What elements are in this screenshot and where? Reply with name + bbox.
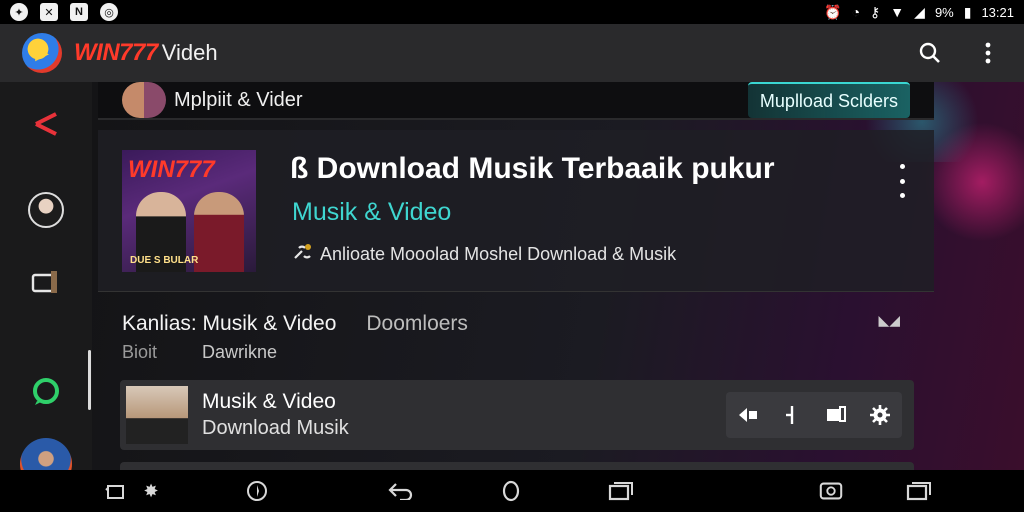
list-item-next[interactable]: [120, 462, 914, 470]
screen: ✦ ✕ N ◎ ⏰ ◔ ⚷ ▼ ◢ 9% ▮ 13:21 ▶ WIN777 Vi…: [0, 0, 1024, 512]
share-icon[interactable]: [736, 403, 760, 427]
top-strip: Mplpiit & Vider Muplload Sclders: [98, 82, 934, 120]
card-meta: Anlioate Mooolad Moshel Download & Musik: [292, 242, 676, 267]
back-icon[interactable]: [388, 479, 414, 503]
clock: 13:21: [981, 4, 1014, 20]
search-icon[interactable]: [916, 39, 944, 67]
link-icon: [292, 242, 314, 267]
signal-icon: ◢: [914, 3, 925, 20]
tv-icon[interactable]: [26, 264, 66, 304]
list-item-title: Musik & Video: [202, 390, 336, 413]
battery-text: 9%: [934, 4, 954, 20]
rail-scroll-indicator: [88, 350, 91, 410]
side-rail: [0, 82, 92, 490]
main-content: Mplpiit & Vider Muplload Sclders WIN777 …: [92, 82, 1024, 470]
featured-card[interactable]: WIN777 DUE S BULAR ß Download Musik Terb…: [98, 130, 934, 292]
screenshot-icon[interactable]: [104, 479, 130, 503]
section-label-b: Dawrikne: [202, 342, 278, 362]
section-label-a: Bioit: [122, 342, 158, 362]
list-item-actions: [726, 392, 902, 438]
home-icon[interactable]: [498, 479, 524, 503]
group-avatar: [122, 82, 166, 118]
app-logo-icon: ▶: [22, 33, 62, 73]
list-item-subtitle: Download Musik: [202, 417, 349, 439]
chevron-down-icon[interactable]: ◣◢: [878, 312, 900, 329]
split-icon[interactable]: [780, 403, 804, 427]
card-more-button[interactable]: [894, 164, 910, 198]
nh-icon: N: [70, 3, 88, 21]
section-title: Kanlias: Musik & Video: [122, 312, 337, 335]
copy-icon[interactable]: [824, 403, 848, 427]
vpn-icon: ⚷: [870, 3, 881, 20]
more-vert-icon[interactable]: [974, 39, 1002, 67]
close-box-icon: ✕: [40, 3, 58, 21]
settings-icon[interactable]: [868, 403, 892, 427]
card-title: ß Download Musik Terbaaik pukur: [290, 152, 775, 186]
card-thumbnail[interactable]: WIN777 DUE S BULAR: [122, 150, 256, 272]
section-tab-downloads[interactable]: Doomloers: [366, 312, 468, 336]
card-title-prefix: ß: [290, 152, 309, 185]
compass-icon[interactable]: [244, 479, 270, 503]
chat-icon[interactable]: [26, 372, 66, 412]
rotate-icon[interactable]: [818, 479, 844, 503]
profile-avatar[interactable]: [26, 190, 66, 230]
status-bar: ✦ ✕ N ◎ ⏰ ◔ ⚷ ▼ ◢ 9% ▮ 13:21: [0, 0, 1024, 24]
wifi-icon: ▼: [890, 4, 905, 20]
app-bar: ▶ WIN777 Videh: [0, 24, 1024, 82]
app-brand: WIN777: [74, 39, 158, 66]
thumb-brand: WIN777: [128, 156, 215, 183]
list-item-thumbnail: [126, 386, 188, 444]
card-subtitle: Musik & Video: [292, 198, 452, 226]
thumb-caption: DUE S BULAR: [130, 255, 199, 266]
gear-icon[interactable]: ✸: [138, 479, 164, 503]
card-meta-text: Anlioate Mooolad Moshel Download & Musik: [320, 244, 677, 264]
alarm-icon: ⏰: [824, 3, 842, 20]
thumb-person-right: [194, 192, 244, 272]
headset-icon: ◎: [100, 3, 118, 21]
system-nav-bar: ✸: [0, 470, 1024, 512]
app-subtitle: Videh: [161, 40, 218, 65]
recents-icon[interactable]: [608, 479, 634, 503]
top-strip-title: Mplpiit & Vider: [174, 88, 303, 111]
gear-icon: ✦: [10, 3, 28, 21]
upload-button[interactable]: Muplload Sclders: [747, 82, 910, 118]
card-title-text: Download Musik Terbaaik pukur: [316, 152, 775, 185]
close-icon[interactable]: [26, 104, 66, 144]
recents-2-icon[interactable]: [906, 479, 932, 503]
alarm-2-icon: ◔: [851, 4, 861, 20]
battery-icon: ▮: [963, 3, 972, 20]
list-item[interactable]: Musik & Video Download Musik: [120, 380, 914, 450]
category-section: Kanlias: Musik & Video Doomloers Bioit D…: [98, 302, 934, 372]
